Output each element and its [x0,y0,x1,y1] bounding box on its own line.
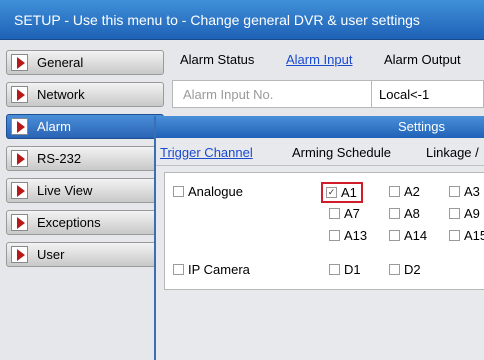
channel-checkbox-a8[interactable]: A8 [389,206,420,221]
channel-checkbox-a13[interactable]: A13 [329,228,367,243]
alarm-input-row: Alarm Input No. Local<-1 [172,80,484,108]
alarm-input-no-field[interactable]: Local<-1 [379,87,429,102]
alarm-tabs: Alarm Status Alarm Input Alarm Output [172,46,484,74]
sidebar-item-network[interactable]: Network [6,82,164,107]
checkbox-icon [329,230,340,241]
ip-camera-checkbox[interactable]: IP Camera [173,262,250,277]
channel-label: A14 [404,228,428,243]
tab-alarm-input[interactable]: Alarm Input [286,52,352,67]
checkbox-icon [329,208,340,219]
tab-trigger-channel[interactable]: Trigger Channel [160,145,253,160]
checkbox-icon [173,186,184,197]
tab-linkage[interactable]: Linkage / [426,145,479,160]
sidebar-item-exceptions[interactable]: Exceptions [6,210,164,235]
sidebar-item-label: General [37,55,84,70]
sidebar-item-label: User [37,247,65,262]
checkbox-icon [449,208,460,219]
analogue-label: Analogue [188,184,243,199]
sidebar: General Network Alarm RS-232 Live View E… [6,50,166,274]
channel-checkbox-d1[interactable]: D1 [329,262,361,277]
channel-label: D1 [344,262,361,277]
channel-label: A7 [344,206,360,221]
checkbox-icon [389,186,400,197]
checkbox-icon [449,230,460,241]
sidebar-item-rs232[interactable]: RS-232 [6,146,164,171]
checkbox-icon [389,264,400,275]
dialog-tabs: Trigger Channel Arming Schedule Linkage … [156,138,484,166]
channel-checkbox-a1[interactable]: ✓ A1 [321,182,363,203]
checkbox-icon [329,264,340,275]
channel-checkbox-a15[interactable]: A15 [449,228,484,243]
arrow-right-icon [11,150,28,167]
dialog-footer [164,290,484,360]
setup-window: General Network Alarm RS-232 Live View E… [0,40,484,360]
channel-label: A3 [464,184,480,199]
window-title: SETUP - Use this menu to - Change genera… [0,0,484,40]
checkbox-icon [173,264,184,275]
channel-label: A9 [464,206,480,221]
dialog-title: Settings [156,116,484,138]
check-mark-icon: ✓ [326,187,337,198]
channel-label: D2 [404,262,421,277]
settings-dialog: Settings Trigger Channel Arming Schedule… [154,116,484,360]
arrow-right-icon [11,118,28,135]
sidebar-item-label: Live View [37,183,93,198]
alarm-input-no-label: Alarm Input No. [183,87,274,102]
arrow-right-icon [11,182,28,199]
channel-label: A2 [404,184,420,199]
tab-arming-schedule[interactable]: Arming Schedule [292,145,391,160]
channel-label: A13 [344,228,368,243]
ip-camera-label: IP Camera [188,262,250,277]
trigger-channel-panel: Analogue ✓ A1 A2 A3 A7 A8 A9 A13 A14 A15… [164,172,484,290]
tab-alarm-status[interactable]: Alarm Status [180,52,254,67]
channel-label: A8 [404,206,420,221]
arrow-right-icon [11,86,28,103]
checkbox-icon [389,230,400,241]
channel-checkbox-a3[interactable]: A3 [449,184,480,199]
sidebar-item-alarm[interactable]: Alarm [6,114,164,139]
arrow-right-icon [11,246,28,263]
sidebar-item-label: Alarm [37,119,71,134]
checkbox-icon [449,186,460,197]
channel-checkbox-a9[interactable]: A9 [449,206,480,221]
sidebar-item-label: Exceptions [37,215,101,230]
channel-checkbox-a14[interactable]: A14 [389,228,427,243]
arrow-right-icon [11,54,28,71]
sidebar-item-user[interactable]: User [6,242,164,267]
analogue-checkbox[interactable]: Analogue [173,184,243,199]
sidebar-item-live-view[interactable]: Live View [6,178,164,203]
channel-checkbox-a7[interactable]: A7 [329,206,360,221]
channel-label: A15 [464,228,484,243]
checkbox-icon [389,208,400,219]
channel-checkbox-a2[interactable]: A2 [389,184,420,199]
arrow-right-icon [11,214,28,231]
tab-alarm-output[interactable]: Alarm Output [384,52,461,67]
sidebar-item-general[interactable]: General [6,50,164,75]
channel-checkbox-d2[interactable]: D2 [389,262,421,277]
column-divider [371,81,372,107]
sidebar-item-label: Network [37,87,85,102]
channel-label: A1 [341,185,357,200]
sidebar-item-label: RS-232 [37,151,82,166]
